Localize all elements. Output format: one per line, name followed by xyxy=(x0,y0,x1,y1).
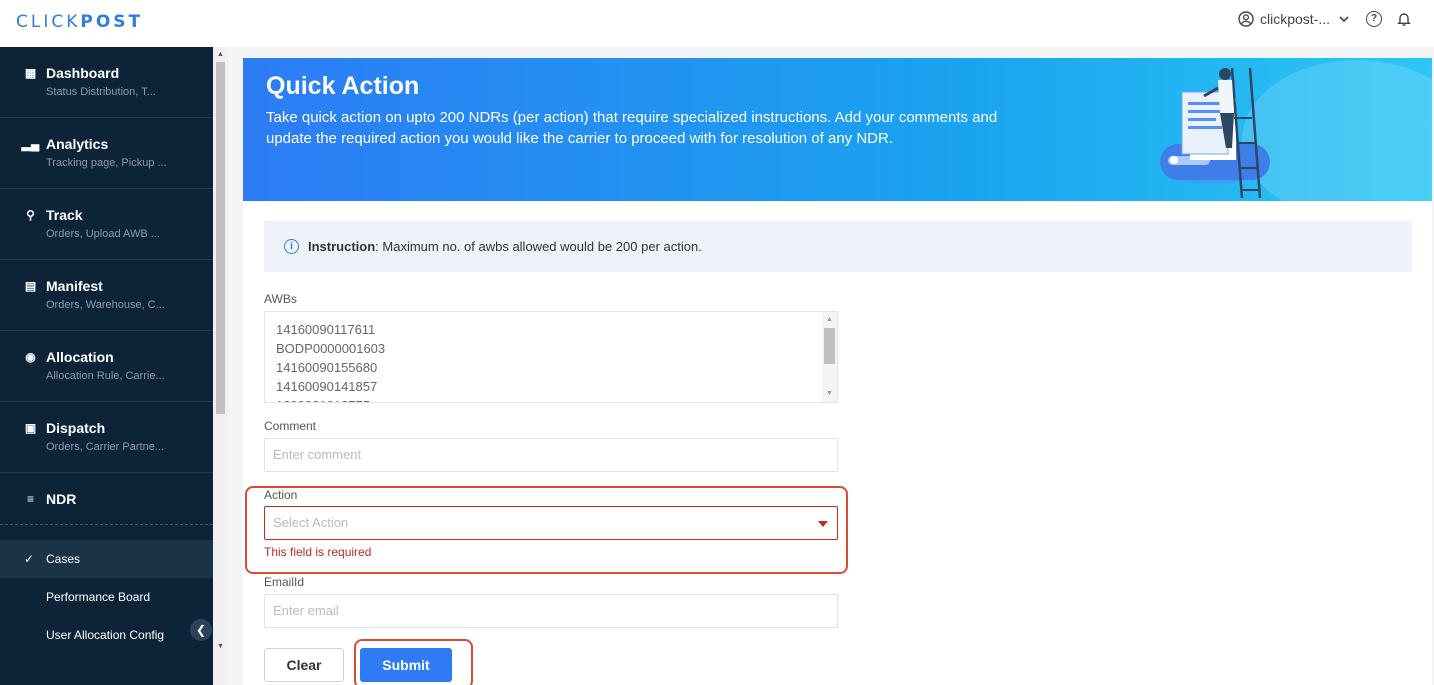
scroll-down-arrow-icon[interactable]: ▼ xyxy=(217,643,224,650)
top-header: CLICKPOST clickpost-... ? xyxy=(0,0,1434,47)
user-circle-icon xyxy=(1238,11,1254,27)
sidebar-item-subtitle: Allocation Rule, Carrie... xyxy=(46,370,165,382)
header-actions: clickpost-... ? xyxy=(1238,11,1412,27)
action-select-placeholder: Select Action xyxy=(273,515,349,530)
sidebar-item-title: Track xyxy=(46,207,83,223)
awbs-textarea[interactable]: 14160090117611 BODP0000001603 1416009015… xyxy=(264,311,838,403)
sidebar-item-dashboard[interactable]: ▦ Dashboard Status Distribution, T... xyxy=(0,47,213,118)
submenu-label: Cases xyxy=(46,552,81,566)
sidebar-item-title: Manifest xyxy=(46,278,103,294)
bell-icon[interactable] xyxy=(1396,11,1412,27)
info-icon: i xyxy=(284,239,299,254)
action-error-message: This field is required xyxy=(264,545,372,559)
grid-icon: ▦ xyxy=(24,66,37,80)
check-icon: ✓ xyxy=(24,552,35,566)
submenu-label: User Allocation Config xyxy=(46,628,165,642)
submenu-label: Performance Board xyxy=(46,590,151,604)
sidebar-item-manifest[interactable]: ▤ Manifest Orders, Warehouse, C... xyxy=(0,260,213,331)
sidebar: ▦ Dashboard Status Distribution, T... ▂▄ A… xyxy=(0,47,213,685)
instruction-text: Instruction: Maximum no. of awbs allowed… xyxy=(308,239,702,254)
scroll-up-arrow-icon[interactable]: ▲ xyxy=(217,51,224,58)
sidebar-item-subtitle: Orders, Upload AWB ... xyxy=(46,228,160,240)
sidebar-item-ndr[interactable]: ≡ NDR xyxy=(0,473,213,525)
sidebar-item-track[interactable]: ⚲ Track Orders, Upload AWB ... xyxy=(0,189,213,260)
sidebar-item-title: Allocation xyxy=(46,349,114,365)
sidebar-item-analytics[interactable]: ▂▄ Analytics Tracking page, Pickup ... xyxy=(0,118,213,189)
awb-value: 14160090141857 xyxy=(276,379,378,394)
sidebar-item-subtitle: Status Distribution, T... xyxy=(46,86,156,98)
submit-button[interactable]: Submit xyxy=(360,648,452,682)
awb-value: 14160090155680 xyxy=(276,360,378,375)
quick-action-banner: Quick Action Take quick action on upto 2… xyxy=(243,58,1432,201)
help-circle-icon[interactable]: ? xyxy=(1366,11,1382,27)
page-description: Take quick action on upto 200 NDRs (per … xyxy=(266,109,998,147)
instruction-body: : Maximum no. of awbs allowed would be 2… xyxy=(375,239,702,254)
account-name: clickpost-... xyxy=(1259,11,1330,27)
list-icon: ▤ xyxy=(24,279,37,293)
submenu-item-performance-board[interactable]: Performance Board xyxy=(0,578,213,616)
awbs-label: AWBs xyxy=(264,292,297,306)
bar-chart-icon: ▂▄ xyxy=(21,137,40,151)
dropdown-caret-icon xyxy=(818,521,828,527)
logo-text-suffix: POST xyxy=(80,12,144,32)
email-input[interactable]: Enter email xyxy=(264,594,838,628)
clickpost-logo[interactable]: CLICKPOST xyxy=(16,12,143,32)
chevron-down-icon xyxy=(1339,16,1349,23)
page-title: Quick Action xyxy=(266,72,420,100)
awb-value: 14160090117611 xyxy=(276,322,376,337)
bag-icon: ▣ xyxy=(24,421,37,435)
sidebar-item-subtitle: Orders, Warehouse, C... xyxy=(46,299,165,311)
action-label: Action xyxy=(264,488,298,502)
target-icon: ◉ xyxy=(25,350,36,364)
sidebar-item-dispatch[interactable]: ▣ Dispatch Orders, Carrier Partne... xyxy=(0,402,213,473)
instruction-alert: i Instruction: Maximum no. of awbs allow… xyxy=(264,221,1412,272)
action-select[interactable]: Select Action xyxy=(264,506,838,540)
sidebar-collapse-button[interactable]: ❮ xyxy=(190,619,212,641)
ndr-submenu: ✓ Cases Performance Board User Allocation… xyxy=(0,525,213,654)
sidebar-item-title: NDR xyxy=(46,491,77,507)
logo-text-prefix: CLICK xyxy=(16,12,81,32)
sidebar-item-subtitle: Orders, Carrier Partne... xyxy=(46,441,164,453)
awbs-scrollbar[interactable]: ▲ ▼ xyxy=(822,312,837,402)
main-content: Quick Action Take quick action on upto 2… xyxy=(243,58,1432,685)
sidebar-item-title: Dashboard xyxy=(46,65,120,81)
location-pin-icon: ⚲ xyxy=(26,208,35,222)
sidebar-item-title: Analytics xyxy=(46,136,109,152)
sidebar-item-title: Dispatch xyxy=(46,420,106,436)
comment-label: Comment xyxy=(264,419,317,433)
comment-input[interactable]: Enter comment xyxy=(264,438,838,472)
clear-button[interactable]: Clear xyxy=(264,648,344,682)
submenu-item-cases[interactable]: ✓ Cases xyxy=(0,540,213,578)
ndr-list-icon: ≡ xyxy=(26,492,34,506)
chevron-left-icon: ❮ xyxy=(195,623,207,637)
scroll-up-arrow-icon[interactable]: ▲ xyxy=(826,316,833,323)
sidebar-scrollbar[interactable]: ▲ ▼ xyxy=(213,47,228,685)
email-label: EmailId xyxy=(264,575,305,589)
scrollbar-thumb[interactable] xyxy=(824,328,835,364)
submenu-item-user-allocation-config[interactable]: User Allocation Config xyxy=(0,616,213,654)
scrollbar-thumb[interactable] xyxy=(216,62,225,414)
sidebar-item-allocation[interactable]: ◉ Allocation Allocation Rule, Carrie... xyxy=(0,331,213,402)
sidebar-item-subtitle: Tracking page, Pickup ... xyxy=(46,157,167,169)
awb-value: 1209321012775 xyxy=(276,396,826,402)
instruction-label: Instruction xyxy=(308,239,376,254)
account-menu[interactable]: clickpost-... xyxy=(1238,11,1352,27)
awb-value: BODP0000001603 xyxy=(276,341,386,356)
illustration-ladder-document xyxy=(1160,60,1432,201)
scroll-down-arrow-icon[interactable]: ▼ xyxy=(826,390,833,397)
